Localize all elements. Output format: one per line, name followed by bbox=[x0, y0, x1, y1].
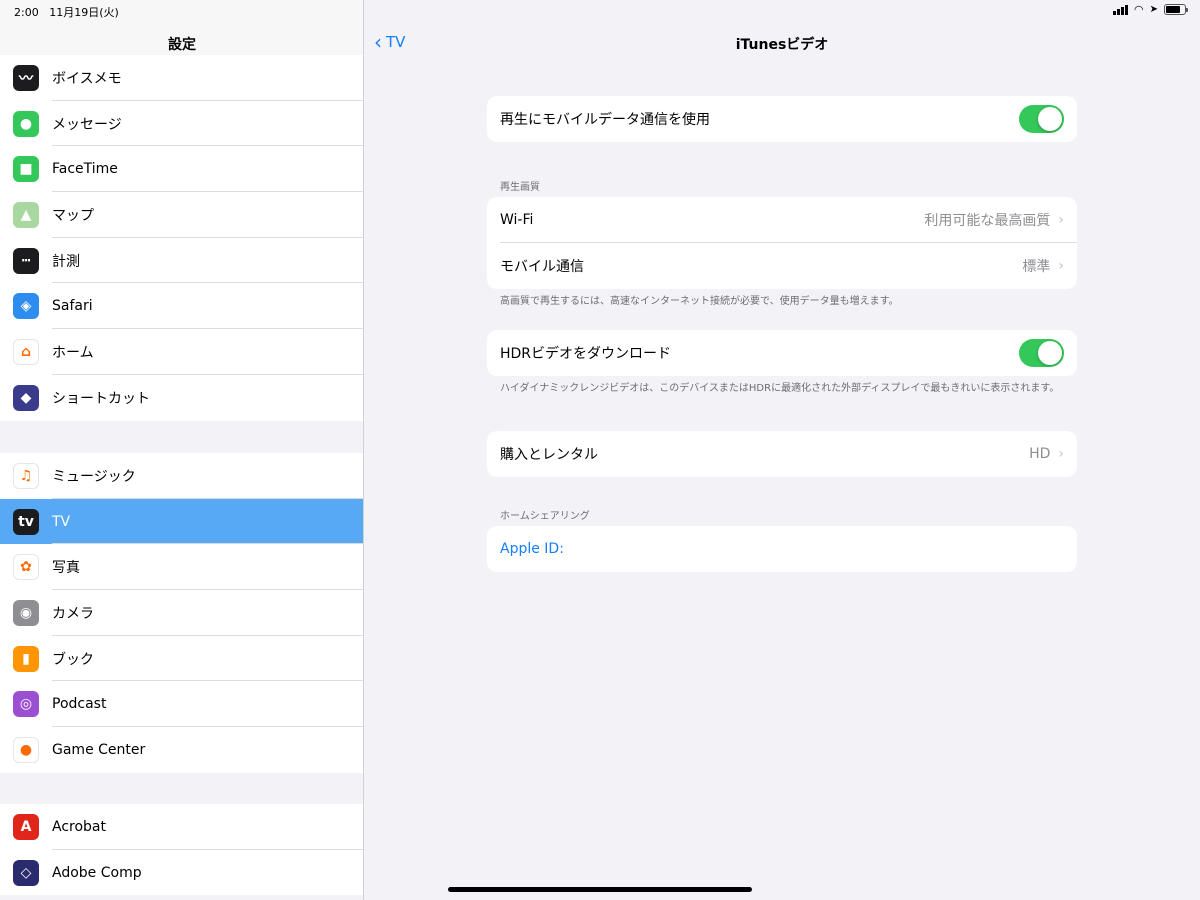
cellular-signal-icon bbox=[1113, 4, 1128, 15]
home-sharing-section-header: ホームシェアリング bbox=[500, 511, 590, 522]
status-date: 11月19日(火) bbox=[49, 6, 119, 19]
podcast-icon: ◎ bbox=[13, 691, 39, 718]
sidebar-item-label: Game Center bbox=[52, 741, 146, 758]
apple-id-row[interactable]: Apple ID: bbox=[487, 526, 1077, 572]
sidebar-item-label: FaceTime bbox=[52, 161, 118, 178]
sidebar-item-label: Podcast bbox=[52, 696, 107, 713]
voice-memo-icon: 〰 bbox=[13, 64, 39, 91]
sidebar-item-music[interactable]: ♫ ミュージック bbox=[0, 453, 363, 499]
chevron-right-icon: › bbox=[1058, 212, 1064, 228]
status-indicators: ◠ ➤ bbox=[1113, 3, 1188, 16]
home-indicator[interactable] bbox=[448, 887, 752, 892]
sidebar-item-label: Acrobat bbox=[52, 818, 106, 835]
chevron-right-icon: › bbox=[1058, 446, 1064, 462]
camera-icon: ◉ bbox=[13, 599, 39, 626]
cellular-playback-toggle[interactable] bbox=[1019, 105, 1064, 133]
hdr-download-row: HDRビデオをダウンロード bbox=[487, 330, 1077, 376]
battery-icon bbox=[1164, 4, 1188, 15]
hdr-footnote: ハイダイナミックレンジビデオは、このデバイスまたはHDRに最適化された外部ディス… bbox=[500, 383, 1060, 394]
sidebar-item-voice-memo[interactable]: 〰ボイスメモ bbox=[0, 55, 363, 101]
sidebar-item-measure[interactable]: ┅ 計測 bbox=[0, 237, 363, 284]
sidebar-item-label: TV bbox=[52, 513, 71, 530]
location-arrow-icon: ➤ bbox=[1149, 4, 1158, 15]
sidebar-item-label: ショートカット bbox=[52, 390, 150, 407]
measure-icon: ┅ bbox=[13, 247, 39, 274]
sidebar-item-acrobat[interactable]: A Acrobat bbox=[0, 804, 363, 850]
cellular-quality-row[interactable]: モバイル通信 標準 › bbox=[487, 243, 1077, 289]
sidebar-item-safari[interactable]: ◈ Safari bbox=[0, 283, 363, 330]
cellular-quality-value: 標準 bbox=[1022, 259, 1051, 275]
sidebar-item-maps[interactable]: ▲ マップ bbox=[0, 192, 363, 238]
photos-icon: ✿ bbox=[13, 554, 39, 581]
quality-card: Wi-Fi 利用可能な最高画質 › モバイル通信 標準 › bbox=[487, 197, 1077, 289]
acrobat-icon: A bbox=[13, 813, 39, 840]
cellular-playback-row: 再生にモバイルデータ通信を使用 bbox=[487, 96, 1077, 142]
sidebar-item-books[interactable]: ▮ ブック bbox=[0, 635, 363, 682]
sidebar-item-label: ボイスメモ bbox=[52, 70, 122, 87]
adobe-comp-icon: ◇ bbox=[13, 859, 39, 886]
home-icon: ⌂ bbox=[13, 338, 39, 365]
sidebar-item-home[interactable]: ⌂ ホーム bbox=[0, 329, 363, 375]
sidebar-item-label: Safari bbox=[52, 298, 93, 315]
sidebar-item-label: Adobe Comp bbox=[52, 864, 142, 881]
cellular-playback-label: 再生にモバイルデータ通信を使用 bbox=[500, 112, 710, 128]
sidebar-item-podcast[interactable]: ◎ Podcast bbox=[0, 681, 363, 728]
messages-icon: ● bbox=[13, 110, 39, 137]
sidebar-title: 設定 bbox=[168, 37, 196, 53]
status-clock: 2:00 11月19日(火) bbox=[14, 4, 119, 20]
sidebar-group-system-apps: 〰ボイスメモ ● メッセージ ■ FaceTime ▲ マップ ┅ 計測 ◈ Safari ⌂ ホーム ◆… bbox=[0, 55, 363, 421]
sidebar-item-adobe-comp[interactable]: ◇ Adobe Comp bbox=[0, 849, 363, 896]
chevron-right-icon: › bbox=[1058, 258, 1064, 274]
facetime-icon: ■ bbox=[13, 156, 39, 183]
music-icon: ♫ bbox=[13, 462, 39, 489]
books-icon: ▮ bbox=[13, 645, 39, 672]
wifi-quality-row[interactable]: Wi-Fi 利用可能な最高画質 › bbox=[487, 197, 1077, 243]
sidebar-item-label: ミュージック bbox=[52, 468, 136, 485]
apple-id-link[interactable]: Apple ID: bbox=[500, 541, 564, 557]
sidebar-group-third-party-apps: A Acrobat ◇ Adobe Comp bbox=[0, 804, 363, 896]
status-time: 2:00 bbox=[14, 6, 39, 19]
purchase-card: 購入とレンタル HD › bbox=[487, 431, 1077, 477]
sidebar-item-label: 写真 bbox=[52, 560, 80, 577]
purchase-rental-value: HD bbox=[1029, 446, 1051, 462]
sidebar-item-game-center[interactable]: ● Game Center bbox=[0, 727, 363, 773]
shortcuts-icon: ◆ bbox=[13, 384, 39, 411]
sidebar-item-facetime[interactable]: ■ FaceTime bbox=[0, 146, 363, 193]
purchase-rental-row[interactable]: 購入とレンタル HD › bbox=[487, 431, 1077, 477]
hdr-card: HDRビデオをダウンロード bbox=[487, 330, 1077, 376]
sidebar-item-camera[interactable]: ◉ カメラ bbox=[0, 590, 363, 636]
wifi-icon: ◠ bbox=[1134, 3, 1144, 16]
maps-icon: ▲ bbox=[13, 201, 39, 228]
purchase-rental-label: 購入とレンタル bbox=[500, 447, 598, 463]
sidebar-item-shortcuts[interactable]: ◆ ショートカット bbox=[0, 374, 363, 421]
wifi-quality-value: 利用可能な最高画質 bbox=[924, 213, 1051, 229]
tv-app-icon: tv bbox=[13, 508, 39, 535]
home-sharing-card: Apple ID: bbox=[487, 526, 1077, 572]
sidebar-item-label: メッセージ bbox=[52, 116, 122, 133]
hdr-download-label: HDRビデオをダウンロード bbox=[500, 346, 672, 362]
sidebar-item-label: ホーム bbox=[52, 344, 94, 361]
settings-sidebar: 設定 〰ボイスメモ ● メッセージ ■ FaceTime ▲ マップ ┅ 計測 ◈ Safari ⌂ ホ… bbox=[0, 0, 364, 900]
quality-footnote: 高画質で再生するには、高速なインターネット接続が必要で、使用データ量も増えます。 bbox=[500, 296, 899, 307]
sidebar-group-media-apps: ♫ ミュージック tv TV ✿ 写真 ◉ カメラ ▮ ブック ◎ Podcast ● Game Cent… bbox=[0, 453, 363, 773]
cellular-playback-card: 再生にモバイルデータ通信を使用 bbox=[487, 96, 1077, 142]
status-bar: 2:00 11月19日(火) ◠ ➤ bbox=[0, 0, 1200, 22]
game-center-icon: ● bbox=[13, 736, 39, 763]
sidebar-item-label: マップ bbox=[52, 207, 94, 224]
safari-icon: ◈ bbox=[13, 293, 39, 320]
sidebar-item-tv-app[interactable]: tv TV bbox=[0, 498, 363, 545]
page-title: iTunesビデオ bbox=[735, 37, 829, 53]
hdr-download-toggle[interactable] bbox=[1019, 339, 1064, 367]
wifi-quality-label: Wi-Fi bbox=[500, 212, 534, 228]
cellular-quality-label: モバイル通信 bbox=[500, 259, 584, 275]
sidebar-item-label: 計測 bbox=[52, 253, 80, 270]
sidebar-item-photos[interactable]: ✿ 写真 bbox=[0, 544, 363, 591]
quality-section-header: 再生画質 bbox=[500, 182, 540, 193]
sidebar-item-label: カメラ bbox=[52, 605, 94, 622]
sidebar-item-label: ブック bbox=[52, 651, 94, 668]
sidebar-item-messages[interactable]: ● メッセージ bbox=[0, 100, 363, 147]
